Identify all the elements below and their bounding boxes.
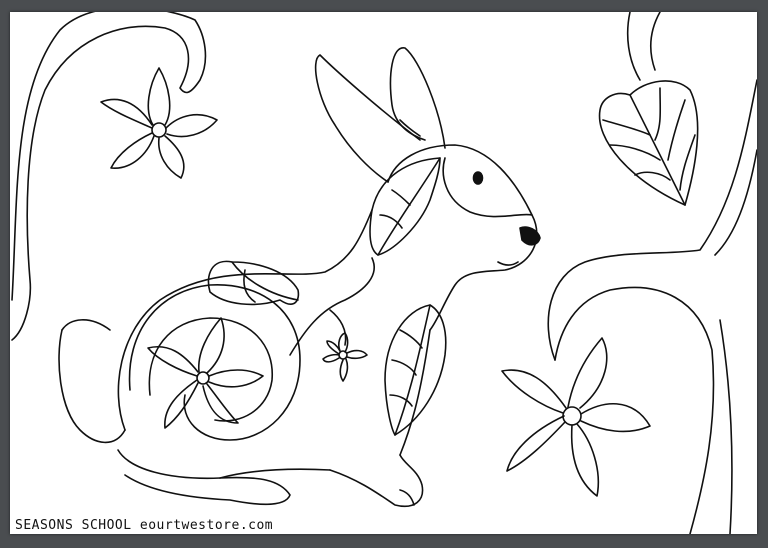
leaf-icon [384,304,447,436]
rabbit [58,47,541,507]
leaf-icon [369,157,441,256]
right-vine [547,79,757,361]
leaf-icon [207,260,300,306]
caption-text: SEASONS SCHOOL eourtwestore.com [15,518,274,533]
flower-icon [147,317,264,429]
leaf-icon [598,80,699,206]
flower-icon [501,337,651,497]
line-art [11,12,757,534]
coloring-page: SEASONS SCHOOL eourtwestore.com [10,12,757,534]
flower-icon [100,67,218,179]
